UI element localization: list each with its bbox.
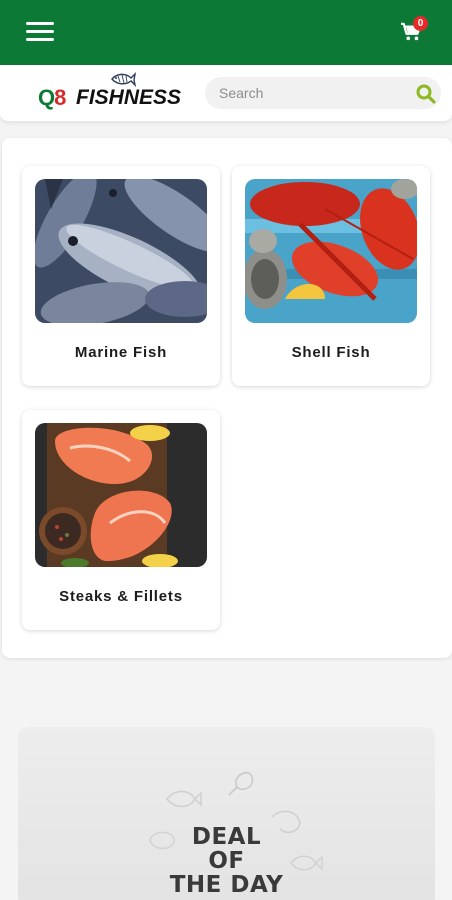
- category-label: Steaks & Fillets: [59, 588, 183, 605]
- search-bar: [205, 77, 441, 109]
- header-bar: Q8 FISHNESS: [0, 65, 452, 121]
- top-app-bar: 0: [0, 0, 452, 65]
- deal-title: DEAL OF THE DAY: [169, 824, 284, 898]
- lobster-oyster-image: [245, 179, 417, 323]
- category-card-marine-fish[interactable]: Marine Fish: [22, 166, 220, 386]
- category-panel: Marine Fish Shell Fish Steaks & Fillets: [2, 138, 452, 658]
- category-label: Marine Fish: [74, 344, 168, 361]
- search-icon[interactable]: [416, 84, 436, 104]
- logo-q8: Q8: [38, 85, 66, 110]
- salmon-steak-image: [35, 423, 207, 567]
- deal-of-the-day-banner[interactable]: DEAL OF THE DAY: [18, 727, 435, 900]
- fish-logo-icon: [111, 72, 136, 87]
- cart-count-badge: 0: [413, 16, 428, 31]
- cart-button[interactable]: 0: [396, 16, 432, 48]
- tuna-fish-image: [35, 179, 207, 323]
- search-input[interactable]: [219, 77, 399, 109]
- hamburger-menu-icon[interactable]: [26, 22, 54, 44]
- category-label: Shell Fish: [291, 344, 371, 361]
- brand-logo[interactable]: Q8 FISHNESS: [38, 71, 181, 115]
- fish-doodle-icon: [166, 790, 202, 808]
- category-card-steaks-fillets[interactable]: Steaks & Fillets: [22, 410, 220, 630]
- logo-name: FISHNESS: [76, 86, 182, 109]
- chicken-leg-doodle-icon: [228, 771, 254, 796]
- category-card-shell-fish[interactable]: Shell Fish: [232, 166, 430, 386]
